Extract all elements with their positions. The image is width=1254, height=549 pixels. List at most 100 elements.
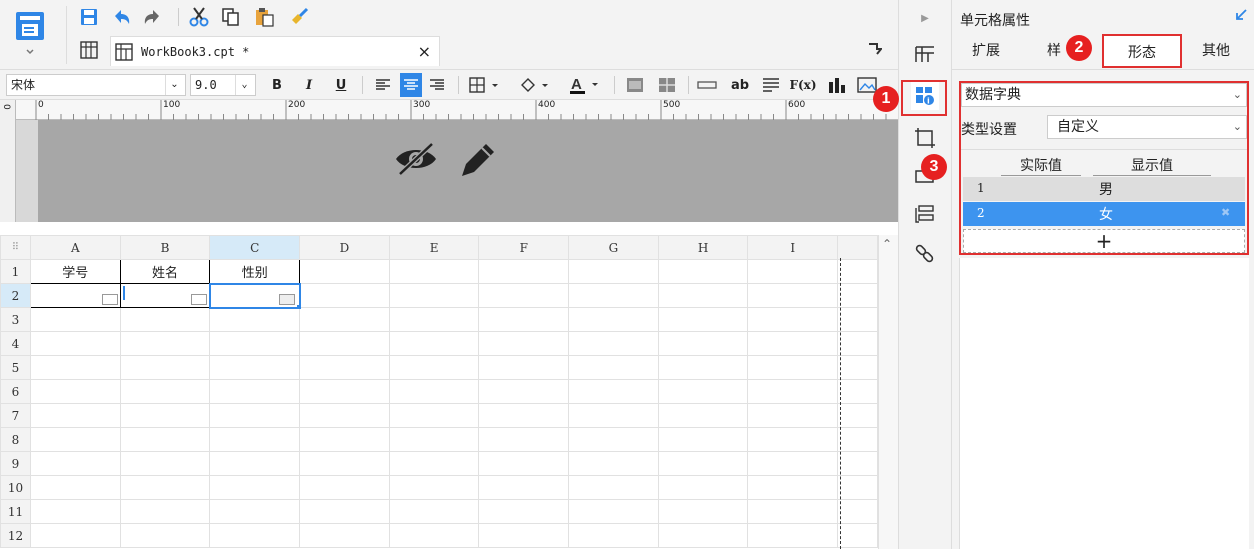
cell[interactable] bbox=[747, 451, 839, 476]
condition-attribute-icon[interactable] bbox=[911, 200, 939, 228]
fill-handle[interactable] bbox=[296, 304, 298, 306]
cell[interactable] bbox=[119, 475, 211, 500]
column-header[interactable]: I bbox=[747, 235, 839, 260]
cell[interactable] bbox=[209, 379, 301, 404]
cell[interactable] bbox=[657, 499, 749, 524]
font-color-icon[interactable]: A bbox=[566, 73, 606, 97]
cell[interactable] bbox=[657, 475, 749, 500]
tab-menu-icon[interactable] bbox=[868, 42, 884, 60]
cell[interactable] bbox=[478, 403, 570, 428]
cell[interactable] bbox=[388, 475, 480, 500]
italic-button[interactable]: I bbox=[298, 73, 320, 97]
cell[interactable] bbox=[388, 331, 480, 356]
dock-arrow-icon[interactable] bbox=[1234, 8, 1248, 26]
font-size-select[interactable]: 9.0 ⌄ bbox=[190, 74, 256, 96]
vertical-scrollbar[interactable]: ⌃ bbox=[878, 235, 898, 549]
row-header[interactable]: 11 bbox=[0, 499, 31, 524]
scroll-up-icon[interactable]: ⌃ bbox=[882, 237, 892, 251]
cell[interactable] bbox=[29, 379, 121, 404]
split-cells-icon[interactable] bbox=[656, 73, 678, 97]
column-header[interactable]: D bbox=[299, 235, 390, 260]
cell[interactable] bbox=[568, 475, 659, 500]
format-painter-icon[interactable] bbox=[286, 4, 312, 30]
save-icon[interactable] bbox=[76, 4, 102, 30]
cell[interactable] bbox=[747, 523, 839, 548]
cell[interactable] bbox=[657, 355, 749, 380]
cell[interactable] bbox=[388, 355, 480, 380]
cell-b1[interactable]: 姓名 bbox=[119, 259, 211, 284]
cell-b2[interactable] bbox=[119, 283, 211, 308]
row-header[interactable]: 12 bbox=[0, 523, 31, 548]
cell[interactable] bbox=[29, 427, 121, 452]
cell[interactable] bbox=[209, 451, 301, 476]
cell[interactable] bbox=[299, 355, 390, 380]
cell[interactable] bbox=[29, 499, 121, 524]
cell[interactable] bbox=[478, 259, 570, 284]
cell[interactable] bbox=[299, 499, 390, 524]
cell[interactable] bbox=[478, 427, 570, 452]
cell[interactable] bbox=[568, 259, 659, 284]
cell[interactable] bbox=[478, 283, 570, 308]
chart-icon[interactable] bbox=[826, 73, 848, 97]
cell[interactable] bbox=[657, 259, 749, 284]
grid-sheet-icon[interactable] bbox=[80, 41, 98, 59]
row-header[interactable]: 8 bbox=[0, 427, 31, 452]
cell[interactable] bbox=[299, 331, 390, 356]
cell[interactable] bbox=[388, 307, 480, 332]
cell[interactable] bbox=[837, 427, 878, 452]
cell[interactable] bbox=[747, 475, 839, 500]
cell[interactable] bbox=[837, 379, 878, 404]
cell[interactable] bbox=[478, 307, 570, 332]
cell[interactable] bbox=[747, 427, 839, 452]
cell[interactable] bbox=[209, 355, 301, 380]
cell[interactable] bbox=[29, 523, 121, 548]
cell[interactable] bbox=[837, 451, 878, 476]
cell[interactable] bbox=[478, 475, 570, 500]
underline-button[interactable]: U bbox=[330, 73, 352, 97]
row-header[interactable]: 5 bbox=[0, 355, 31, 380]
cell[interactable] bbox=[299, 379, 390, 404]
row-header[interactable]: 2 bbox=[0, 283, 31, 308]
cell[interactable] bbox=[29, 475, 121, 500]
cell[interactable] bbox=[837, 475, 878, 500]
cell[interactable] bbox=[388, 451, 480, 476]
bold-button[interactable]: B bbox=[266, 73, 288, 97]
cell[interactable] bbox=[119, 427, 211, 452]
cell[interactable] bbox=[657, 451, 749, 476]
cell[interactable] bbox=[119, 331, 211, 356]
cell[interactable] bbox=[568, 331, 659, 356]
tab-widget-form[interactable]: 形态 bbox=[1102, 34, 1182, 68]
cell[interactable] bbox=[119, 523, 211, 548]
cell[interactable] bbox=[747, 283, 839, 308]
cell[interactable] bbox=[568, 379, 659, 404]
merge-cells-icon[interactable] bbox=[624, 73, 646, 97]
border-icon[interactable] bbox=[466, 73, 506, 97]
cell[interactable] bbox=[837, 331, 878, 356]
row-header[interactable]: 3 bbox=[0, 307, 31, 332]
tab-workbook3[interactable]: WorkBook3.cpt * × bbox=[110, 36, 440, 66]
row-header[interactable]: 10 bbox=[0, 475, 31, 500]
cell[interactable] bbox=[299, 427, 390, 452]
cell[interactable] bbox=[388, 427, 480, 452]
cell[interactable] bbox=[119, 499, 211, 524]
cell[interactable] bbox=[837, 403, 878, 428]
cell[interactable] bbox=[388, 283, 480, 308]
cell[interactable] bbox=[837, 259, 878, 284]
copy-icon[interactable] bbox=[218, 4, 244, 30]
cell[interactable] bbox=[837, 307, 878, 332]
row-header[interactable]: 9 bbox=[0, 451, 31, 476]
row-header[interactable]: 4 bbox=[0, 331, 31, 356]
undo-icon[interactable] bbox=[108, 4, 134, 30]
row-header[interactable]: 7 bbox=[0, 403, 31, 428]
edit-pencil-icon[interactable] bbox=[458, 140, 498, 184]
cell[interactable] bbox=[119, 379, 211, 404]
tab-other[interactable]: 其他 bbox=[1188, 34, 1244, 68]
column-header[interactable]: G bbox=[568, 235, 659, 260]
column-header[interactable]: C bbox=[209, 235, 301, 260]
cell[interactable] bbox=[478, 331, 570, 356]
cell[interactable] bbox=[299, 307, 390, 332]
cell-a2[interactable] bbox=[29, 283, 121, 308]
cell[interactable] bbox=[119, 403, 211, 428]
cell[interactable] bbox=[747, 331, 839, 356]
hyperlink-icon[interactable] bbox=[911, 240, 939, 268]
